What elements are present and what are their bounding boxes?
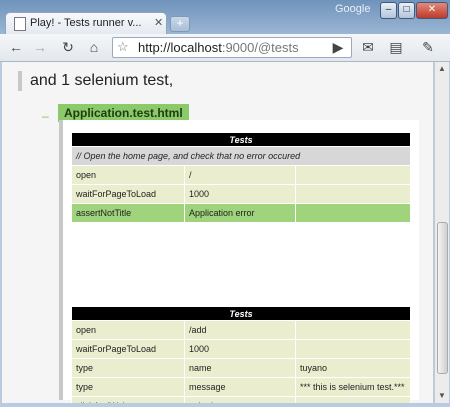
address-url[interactable]: http://localhost:9000/@tests	[138, 40, 299, 55]
table-row: waitForPageToLoad 1000	[71, 184, 411, 204]
tab-title: Play! - Tests runner v...	[30, 17, 142, 29]
mail-extension-icon[interactable]: ✉	[358, 38, 378, 57]
bookmark-star-icon[interactable]: ☆	[117, 39, 129, 55]
close-tab-icon[interactable]: ✕	[154, 16, 163, 29]
page-icon	[14, 17, 26, 31]
command-cell: assertNotTitle	[71, 203, 185, 223]
reload-icon[interactable]: ↻	[58, 38, 78, 57]
title-bar: Google – □ ✕ Play! - Tests runner v... ✕…	[0, 0, 450, 35]
table-row: assertNotTitle Application error	[71, 203, 411, 223]
target-cell: Application error	[184, 203, 296, 223]
value-cell	[295, 184, 411, 204]
forward-icon[interactable]: →	[30, 38, 50, 57]
target-cell: 1000	[184, 339, 296, 359]
table-row: type name tuyano	[71, 358, 411, 378]
scroll-thumb[interactable]	[437, 222, 448, 374]
test-results-panel: Tests // Open the home page, and check t…	[59, 120, 419, 403]
page-viewport: and 1 selenium test, – Application.test.…	[2, 62, 433, 403]
google-brand: Google	[335, 3, 371, 15]
value-cell: *** this is selenium test.***	[295, 377, 411, 397]
close-window-button[interactable]: ✕	[416, 2, 448, 19]
value-cell	[295, 396, 411, 403]
vertical-scrollbar[interactable]: ▲ ▼	[434, 62, 449, 403]
wrench-menu-icon[interactable]: ✎	[418, 38, 438, 57]
scroll-up-icon[interactable]: ▲	[437, 64, 447, 74]
command-cell: type	[71, 358, 185, 378]
table-title: Tests	[71, 132, 411, 147]
home-icon[interactable]: ⌂	[84, 38, 104, 57]
table-row: waitForPageToLoad 1000	[71, 339, 411, 359]
maximize-button[interactable]: □	[398, 2, 415, 19]
go-icon[interactable]: ▶	[328, 38, 348, 57]
value-cell: tuyano	[295, 358, 411, 378]
target-cell: /add	[184, 320, 296, 340]
value-cell	[295, 339, 411, 359]
value-cell	[295, 165, 411, 185]
browser-tab[interactable]: Play! - Tests runner v... ✕	[5, 12, 167, 35]
target-cell: name	[184, 358, 296, 378]
command-cell: clickAndWait	[71, 396, 185, 403]
command-cell: open	[71, 165, 185, 185]
test-table-2: Tests open/add waitForPageToLoad 1000 type n…	[71, 306, 411, 403]
browser-window: Google – □ ✕ Play! - Tests runner v... ✕…	[0, 0, 450, 407]
toolbar: ← → ↻ ⌂ ☆ http://localhost:9000/@tests ▶…	[0, 34, 450, 62]
target-cell: message	[184, 377, 296, 397]
value-cell	[295, 320, 411, 340]
command-cell: type	[71, 377, 185, 397]
table-comment: // Open the home page, and check that no…	[71, 146, 411, 166]
new-tab-button[interactable]: +	[170, 16, 190, 32]
table-row: clickAndWaitsubmit	[71, 396, 411, 403]
target-cell: /	[184, 165, 296, 185]
scroll-down-icon[interactable]: ▼	[437, 391, 447, 401]
address-bar[interactable]: ☆ http://localhost:9000/@tests	[112, 37, 352, 58]
table-row: type message *** this is selenium test.***	[71, 377, 411, 397]
command-cell: waitForPageToLoad	[71, 339, 185, 359]
table-row: open /	[71, 165, 411, 185]
page-menu-icon[interactable]: ▤	[386, 38, 406, 57]
value-cell	[295, 203, 411, 223]
page-heading: and 1 selenium test,	[30, 72, 174, 89]
target-cell: submit	[184, 396, 296, 403]
command-cell: open	[71, 320, 185, 340]
back-icon[interactable]: ←	[6, 38, 26, 57]
heading-marker	[18, 71, 22, 91]
table-title: Tests	[71, 306, 411, 321]
minimize-button[interactable]: –	[380, 2, 397, 19]
target-cell: 1000	[184, 184, 296, 204]
file-bullet: –	[42, 109, 49, 123]
table-row: open/add	[71, 320, 411, 340]
command-cell: waitForPageToLoad	[71, 184, 185, 204]
test-table-1: Tests // Open the home page, and check t…	[71, 132, 411, 223]
